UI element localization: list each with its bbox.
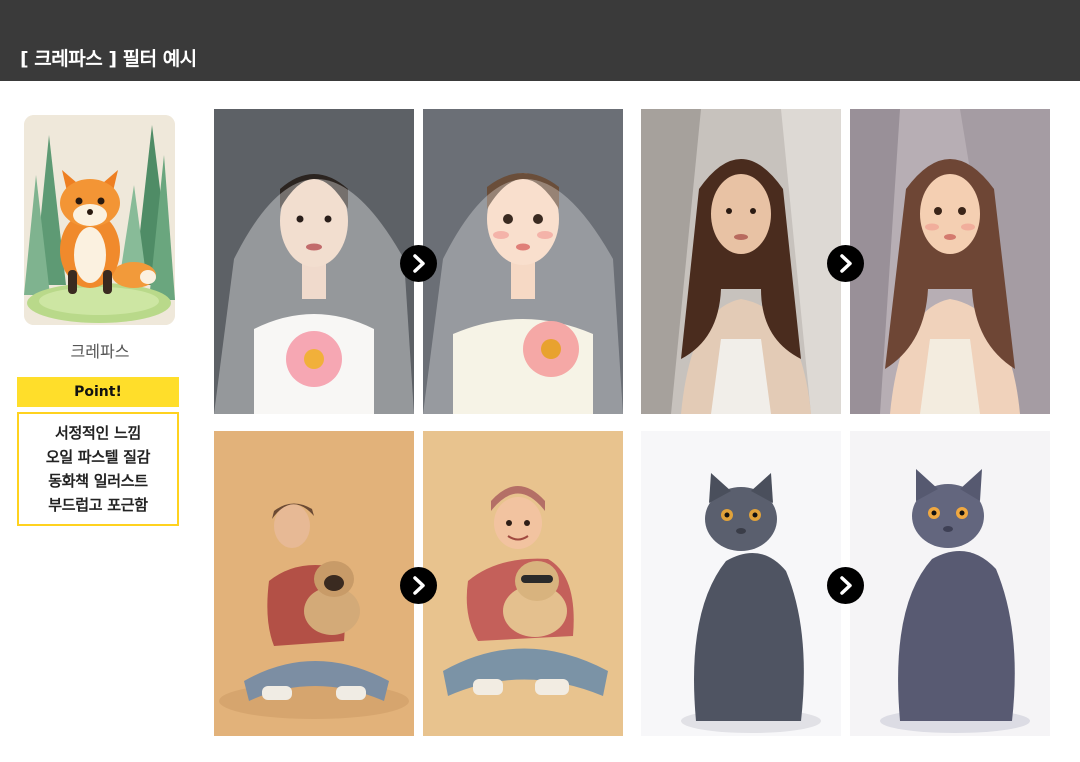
chevron-right-icon[interactable] — [400, 245, 437, 282]
filter-name: 크레파스 — [70, 342, 130, 361]
point-label: Point! — [17, 377, 179, 407]
point-item: 오일 파스텔 질감 — [45, 448, 151, 466]
header-bar: [ 크레파스 ] 필터 예시 — [0, 0, 1080, 81]
example-person-pug-after-image — [423, 431, 623, 736]
example-person-pug-before-image — [214, 431, 414, 736]
point-item: 서정적인 느낌 — [55, 424, 141, 442]
point-item: 동화책 일러스트 — [48, 472, 148, 490]
filter-thumbnail[interactable] — [24, 115, 175, 325]
chevron-right-icon[interactable] — [400, 567, 437, 604]
chevron-right-icon[interactable] — [827, 567, 864, 604]
example-woman-before-image — [641, 109, 841, 414]
fox-illustration-icon — [24, 115, 175, 325]
point-list: 서정적인 느낌 오일 파스텔 질감 동화책 일러스트 부드럽고 포근함 — [17, 412, 179, 526]
example-cat-before-image — [641, 431, 841, 736]
point-item: 부드럽고 포근함 — [48, 496, 148, 514]
example-woman-after-image — [850, 109, 1050, 414]
sidebar: 크레파스 Point! 서정적인 느낌 오일 파스텔 질감 동화책 일러스트 부… — [0, 81, 200, 762]
chevron-right-icon[interactable] — [827, 245, 864, 282]
page-title: [ 크레파스 ] 필터 예시 — [20, 48, 197, 70]
example-bride-after-image — [423, 109, 623, 414]
example-bride-before-image — [214, 109, 414, 414]
example-cat-after-image — [850, 431, 1050, 736]
